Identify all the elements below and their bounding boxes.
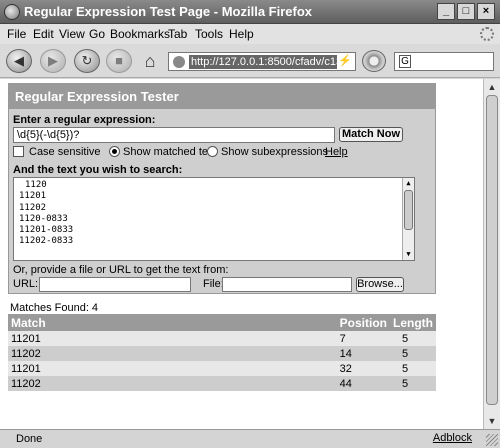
- back-arrow-icon: ◀: [14, 53, 24, 68]
- url-label: URL:: [13, 278, 39, 290]
- throbber-icon: [480, 27, 494, 41]
- search-text-area[interactable]: 1120 11201 11202 1120-0833 11201-0833 11…: [13, 177, 415, 261]
- position-cell: 44: [336, 376, 390, 391]
- status-text: Done: [16, 433, 43, 445]
- address-dropdown-icon[interactable]: ⚡: [338, 54, 352, 67]
- match-cell: 11202: [8, 376, 337, 391]
- file-input[interactable]: [222, 277, 352, 292]
- home-icon: ⌂: [144, 51, 156, 71]
- textarea-scrollbar[interactable]: ▲ ▼: [402, 178, 414, 260]
- stop-button[interactable]: ■: [106, 49, 132, 73]
- forward-arrow-icon: ▶: [48, 53, 58, 68]
- menu-help[interactable]: Help: [229, 27, 254, 41]
- text-line: 11201-0833: [19, 225, 74, 236]
- status-bar: Done Adblock: [0, 429, 500, 448]
- show-matched-radio[interactable]: [109, 146, 120, 157]
- reload-button[interactable]: ↻: [74, 49, 100, 73]
- firefox-icon: [4, 4, 20, 20]
- text-line: 11202-0833: [19, 236, 74, 247]
- panel-heading: Regular Expression Tester: [9, 84, 435, 109]
- position-cell: 14: [336, 346, 390, 361]
- table-row: 11201 32 5: [8, 361, 436, 376]
- text-line: 1120-0833: [19, 213, 68, 224]
- address-url[interactable]: http://127.0.0.1:8500/cfadv/c13: [189, 55, 337, 69]
- regex-input[interactable]: \d{5}(-\d{5})?: [13, 127, 335, 143]
- menu-view[interactable]: View: [59, 27, 85, 41]
- menu-go[interactable]: Go: [89, 27, 105, 41]
- file-label: File:: [203, 278, 224, 290]
- column-header-match: Match: [8, 314, 337, 331]
- matches-found-text: Matches Found: 4: [10, 302, 99, 314]
- maximize-button[interactable]: □: [457, 3, 475, 20]
- file-url-label: Or, provide a file or URL to get the tex…: [13, 264, 229, 276]
- column-header-position: Position: [336, 314, 390, 331]
- adblock-link[interactable]: Adblock: [433, 432, 472, 444]
- regex-label: Enter a regular expression:: [13, 114, 156, 126]
- text-line: 11202: [19, 202, 47, 213]
- url-input[interactable]: [39, 277, 191, 292]
- text-line: 1120: [25, 180, 47, 190]
- back-button[interactable]: ◀: [6, 49, 32, 73]
- menu-tab[interactable]: Tab: [168, 27, 187, 41]
- resize-grip-icon[interactable]: [486, 434, 498, 446]
- page-scroll-down-icon[interactable]: ▼: [486, 415, 498, 427]
- navigation-toolbar: ◀ ▶ ↻ ■ ⌂ http://127.0.0.1:8500/cfadv/c1…: [0, 44, 500, 78]
- results-table: Match Position Length 11201 7 5 11202 14…: [8, 314, 436, 391]
- page-scroll-up-icon[interactable]: ▲: [486, 81, 498, 93]
- scroll-down-icon[interactable]: ▼: [403, 249, 414, 260]
- search-text-label: And the text you wish to search:: [13, 164, 183, 176]
- match-cell: 11202: [8, 346, 337, 361]
- case-sensitive-label: Case sensitive: [29, 146, 101, 158]
- length-cell: 5: [390, 376, 436, 391]
- site-icon: [173, 56, 185, 68]
- scroll-up-icon[interactable]: ▲: [403, 178, 414, 189]
- help-link[interactable]: Help: [325, 146, 348, 158]
- column-header-length: Length: [390, 314, 436, 331]
- address-bar[interactable]: http://127.0.0.1:8500/cfadv/c13 ⚡: [168, 52, 356, 71]
- length-cell: 5: [390, 331, 436, 346]
- menu-tools[interactable]: Tools: [195, 27, 223, 41]
- match-cell: 11201: [8, 331, 337, 346]
- position-cell: 32: [336, 361, 390, 376]
- close-button[interactable]: ×: [477, 3, 495, 20]
- match-now-button[interactable]: Match Now: [339, 127, 403, 142]
- minimize-button[interactable]: _: [437, 3, 455, 20]
- page-content: Regular Expression Tester Enter a regula…: [0, 79, 483, 429]
- browse-button[interactable]: Browse...: [356, 277, 404, 292]
- menu-file[interactable]: File: [7, 27, 26, 41]
- results-header-row: Match Position Length: [8, 314, 436, 331]
- text-line: 11201: [19, 191, 47, 202]
- title-bar: Regular Expression Test Page - Mozilla F…: [0, 0, 500, 24]
- position-cell: 7: [336, 331, 390, 346]
- menu-bookmarks[interactable]: Bookmarks: [110, 27, 170, 41]
- regex-tester-panel: Regular Expression Tester Enter a regula…: [8, 83, 436, 294]
- search-box[interactable]: G: [394, 52, 494, 71]
- table-row: 11202 14 5: [8, 346, 436, 361]
- menu-edit[interactable]: Edit: [33, 27, 54, 41]
- show-matched-label: Show matched text: [123, 146, 217, 158]
- table-row: 11202 44 5: [8, 376, 436, 391]
- match-cell: 11201: [8, 361, 337, 376]
- length-cell: 5: [390, 346, 436, 361]
- stop-icon: ■: [115, 53, 123, 68]
- menu-bar: File Edit View Go Bookmarks Tab Tools He…: [0, 24, 500, 44]
- show-subexpressions-label: Show subexpressions: [221, 146, 329, 158]
- window-title: Regular Expression Test Page - Mozilla F…: [24, 4, 312, 19]
- go-button[interactable]: [362, 50, 386, 72]
- case-sensitive-checkbox[interactable]: [13, 146, 24, 157]
- home-button[interactable]: ⌂: [138, 50, 162, 72]
- textarea-scroll-thumb[interactable]: [404, 190, 413, 230]
- reload-icon: ↻: [81, 53, 93, 68]
- page-scrollbar[interactable]: ▲ ▼: [483, 79, 500, 429]
- page-scroll-thumb[interactable]: [486, 95, 498, 405]
- table-row: 11201 7 5: [8, 331, 436, 346]
- search-engine-icon[interactable]: G: [399, 55, 411, 68]
- forward-button[interactable]: ▶: [40, 49, 66, 73]
- show-subexpressions-radio[interactable]: [207, 146, 218, 157]
- length-cell: 5: [390, 361, 436, 376]
